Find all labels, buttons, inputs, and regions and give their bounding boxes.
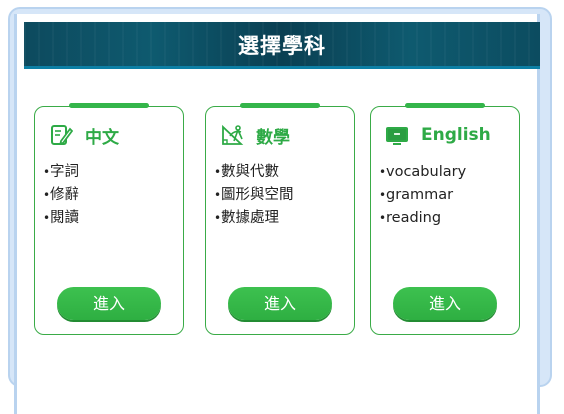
list-item: •圖形與空間 bbox=[214, 187, 294, 203]
card-header: 中文 bbox=[49, 121, 175, 149]
list-item: •數與代數 bbox=[214, 164, 279, 180]
list-item: •修辭 bbox=[43, 187, 79, 203]
abc-board-icon bbox=[385, 123, 409, 147]
geometry-tools-icon bbox=[220, 123, 244, 147]
card-accent-bar bbox=[69, 103, 149, 108]
header-banner: 選擇學科 bbox=[24, 22, 540, 69]
subject-card-math: 數學 •數與代數 •圖形與空間 •數據處理 進入 bbox=[205, 103, 355, 335]
pen-notebook-icon bbox=[49, 123, 74, 147]
topic-list: •vocabulary •grammar •reading bbox=[379, 161, 515, 230]
card-title: English bbox=[421, 125, 491, 145]
enter-button-math[interactable]: 進入 bbox=[228, 287, 332, 320]
card-accent-bar bbox=[240, 103, 320, 108]
list-item: •vocabulary bbox=[379, 164, 467, 180]
subject-card-chinese: 中文 •字詞 •修辭 •閱讀 進入 bbox=[34, 103, 184, 335]
list-item: •reading bbox=[379, 210, 442, 226]
enter-button-english[interactable]: 進入 bbox=[393, 287, 497, 320]
card-header: 數學 bbox=[220, 121, 346, 149]
subject-card-english: English •vocabulary •grammar •reading 進入 bbox=[370, 103, 520, 335]
list-item: •grammar bbox=[379, 187, 454, 203]
enter-button-chinese[interactable]: 進入 bbox=[57, 287, 161, 320]
card-title: 數學 bbox=[256, 127, 290, 148]
card-header: English bbox=[385, 121, 511, 149]
list-item: •閱讀 bbox=[43, 210, 79, 226]
card-title: 中文 bbox=[85, 127, 119, 148]
topic-list: •數與代數 •圖形與空間 •數據處理 bbox=[214, 161, 350, 230]
page-title: 選擇學科 bbox=[238, 34, 326, 58]
list-item: •字詞 bbox=[43, 164, 79, 180]
list-item: •數據處理 bbox=[214, 210, 279, 226]
topic-list: •字詞 •修辭 •閱讀 bbox=[43, 161, 179, 230]
card-accent-bar bbox=[405, 103, 485, 108]
